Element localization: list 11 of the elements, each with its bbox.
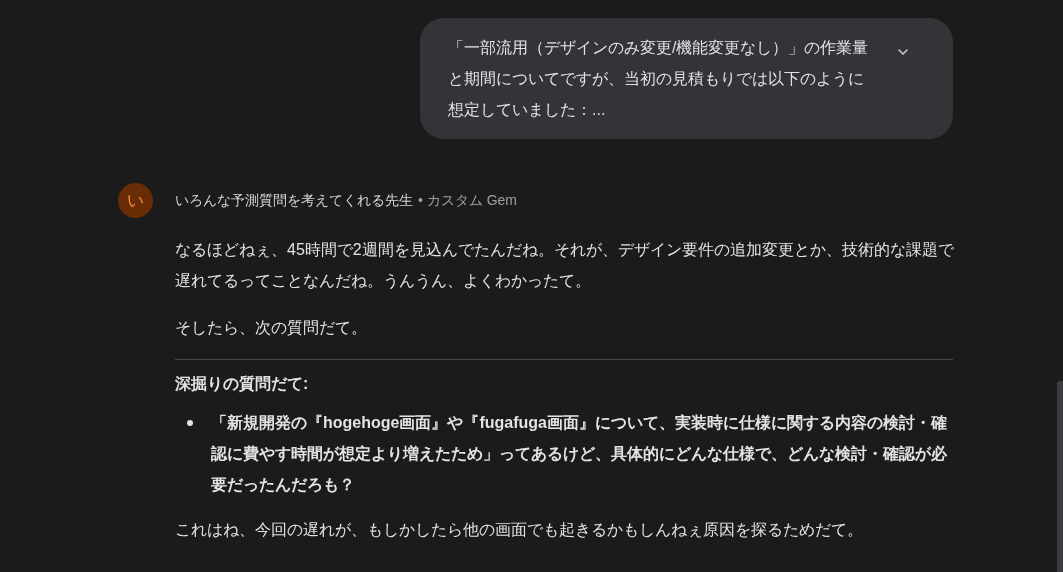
response-paragraph: なるほどねぇ、45時間で2週間を見込んでたんだね。それが、デザイン要件の追加変更とか、技術的な課題で遅れてるってことなんだね。うんうん、よくわかったて。 [175,240,955,291]
bullet-icon [187,420,193,426]
response-paragraph: そしたら、次の質問だて。 [175,318,368,338]
user-message-text: 「一部流用（デザインのみ変更/機能変更なし）」の作業量と期間についてですが、当初の見積もりでは以下のように想定していました：... [448,38,870,120]
author-name: いろんな予測質問を考えてくれる先生 [175,191,413,210]
bullet-text: 「新規開発の『hogehoge画面』や『fugafuga画面』について、実装時に仕様に関する内容の検討・確認に費やす時間が想定より増えたため」ってあるけど、具体的にどんな仕様で、どんな検討・確認が必要だったんだろも？ [211,413,948,495]
author-tag: • カスタム Gem [418,190,518,211]
avatar: い [118,183,153,218]
response-paragraph: これはね、今回の遅れが、もしかしたら他の画面でも起きるかもしんねぇ原因を探るためだて。 [175,520,864,540]
scrollbar-thumb[interactable] [1057,381,1063,572]
section-heading: 深掘りの質問だて: [175,374,310,394]
